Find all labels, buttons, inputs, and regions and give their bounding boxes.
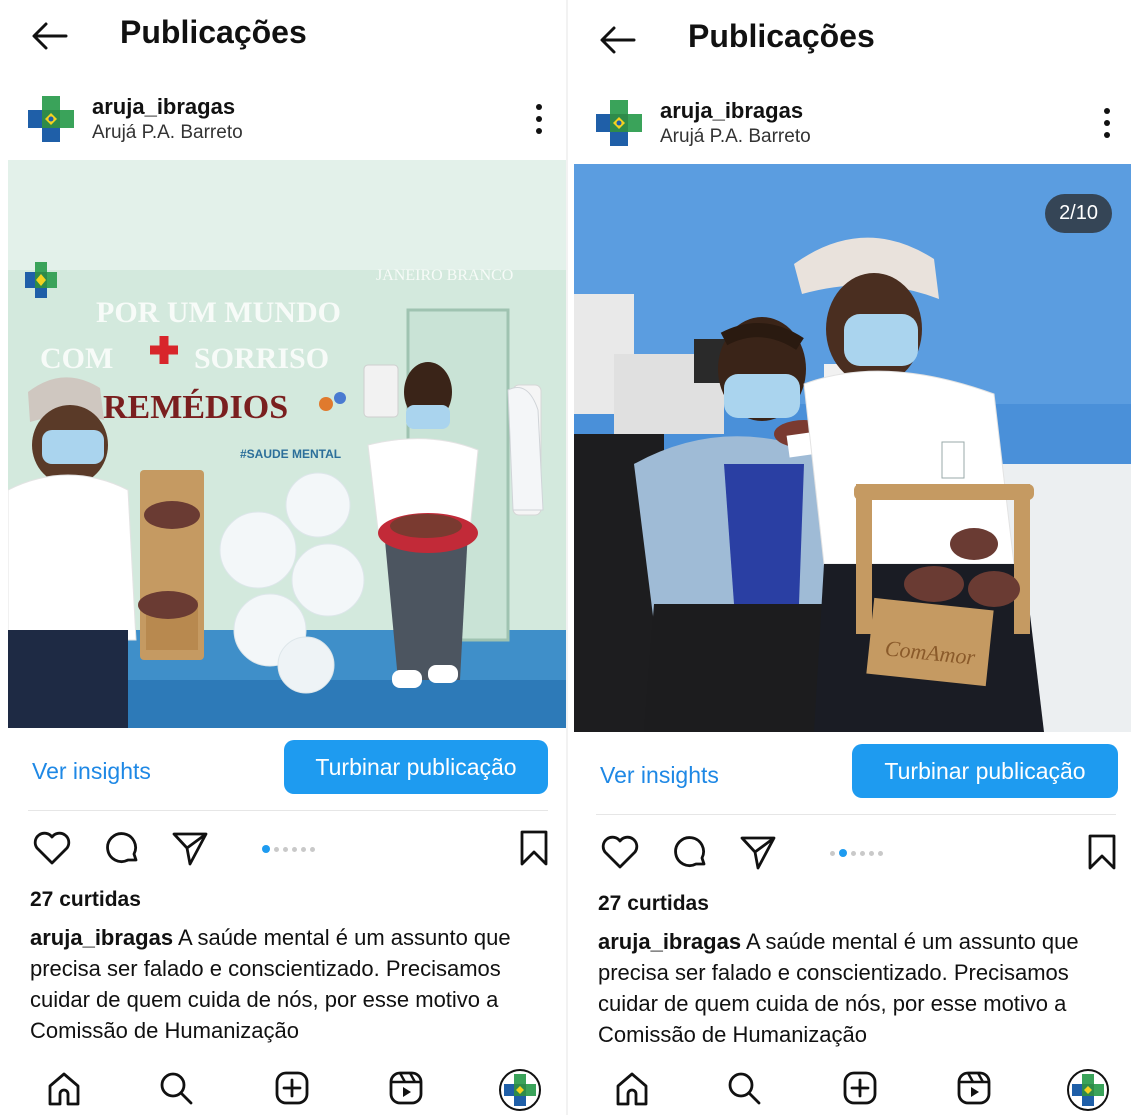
send-icon[interactable] bbox=[168, 826, 212, 870]
carousel-dot bbox=[310, 846, 315, 852]
post-actions-row: Ver insights Turbinar publicação bbox=[568, 744, 1131, 804]
divider bbox=[596, 814, 1116, 815]
caption-username[interactable]: aruja_ibragas bbox=[30, 925, 173, 950]
carousel-dot bbox=[851, 850, 856, 856]
post-photo[interactable]: ComAmor 2/10 bbox=[574, 164, 1131, 732]
post-screen-1: Publicações aruja_ibragas Arujá P.A. Bar… bbox=[0, 0, 566, 1115]
door-text: JANEIRO BRANCO bbox=[376, 267, 513, 284]
search-icon[interactable] bbox=[724, 1068, 764, 1108]
carousel-counter: 2/10 bbox=[1045, 194, 1112, 233]
profile-avatar-icon[interactable] bbox=[498, 1068, 542, 1112]
top-bar: Publicações bbox=[0, 0, 566, 70]
reels-icon[interactable] bbox=[386, 1068, 426, 1108]
arrow-left-icon[interactable] bbox=[30, 18, 70, 54]
likes-count[interactable]: 27 curtidas bbox=[598, 892, 709, 916]
carousel-dot bbox=[860, 850, 865, 856]
reels-icon[interactable] bbox=[954, 1068, 994, 1108]
wall-text-line3: REMÉDIOS bbox=[103, 389, 288, 426]
add-post-icon[interactable] bbox=[840, 1068, 880, 1108]
more-vertical-icon[interactable] bbox=[534, 102, 544, 136]
comment-icon[interactable] bbox=[668, 830, 712, 874]
add-post-icon[interactable] bbox=[272, 1068, 312, 1108]
boost-post-button[interactable]: Turbinar publicação bbox=[284, 740, 548, 794]
home-icon[interactable] bbox=[44, 1068, 84, 1108]
carousel-dot bbox=[274, 846, 279, 852]
carousel-dot bbox=[283, 846, 288, 852]
post-username[interactable]: aruja_ibragas bbox=[660, 98, 803, 124]
send-icon[interactable] bbox=[736, 830, 780, 874]
caption[interactable]: aruja_ibragas A saúde mental é um assunt… bbox=[30, 922, 558, 1054]
boost-post-button[interactable]: Turbinar publicação bbox=[852, 744, 1118, 798]
heart-icon[interactable] bbox=[598, 830, 642, 874]
carousel-dot bbox=[301, 846, 306, 852]
view-insights-link[interactable]: Ver insights bbox=[600, 762, 719, 789]
arrow-left-icon[interactable] bbox=[598, 22, 638, 58]
home-icon[interactable] bbox=[612, 1068, 652, 1108]
divider bbox=[28, 810, 548, 811]
post-location[interactable]: Arujá P.A. Barreto bbox=[92, 122, 243, 144]
carousel-dot bbox=[869, 850, 874, 856]
heart-icon[interactable] bbox=[30, 826, 74, 870]
avatar[interactable] bbox=[26, 94, 76, 144]
likes-count[interactable]: 27 curtidas bbox=[30, 888, 141, 912]
post-photo[interactable]: POR UM MUNDO COM SORRISO REMÉDIOS #SAUDE… bbox=[8, 160, 566, 728]
post-location[interactable]: Arujá P.A. Barreto bbox=[660, 126, 811, 148]
more-vertical-icon[interactable] bbox=[1102, 106, 1112, 140]
post-screen-2: Publicações aruja_ibragas Arujá P.A. Bar… bbox=[568, 0, 1131, 1115]
post-actions-row: Ver insights Turbinar publicação bbox=[0, 740, 566, 800]
comment-icon[interactable] bbox=[100, 826, 144, 870]
engagement-row bbox=[0, 826, 566, 876]
post-header: aruja_ibragas Arujá P.A. Barreto bbox=[0, 88, 566, 152]
carousel-dot bbox=[262, 845, 270, 853]
caption[interactable]: aruja_ibragas A saúde mental é um assunt… bbox=[598, 926, 1126, 1058]
wall-text-line2: COM bbox=[40, 342, 113, 375]
carousel-dot bbox=[830, 850, 835, 856]
wall-text-line2b: SORRISO bbox=[194, 342, 329, 375]
carousel-dot bbox=[878, 850, 883, 856]
wall-hashtag: #SAUDE MENTAL bbox=[240, 447, 341, 461]
avatar[interactable] bbox=[594, 98, 644, 148]
bookmark-icon[interactable] bbox=[1080, 830, 1124, 874]
engagement-row bbox=[568, 830, 1131, 880]
page-title: Publicações bbox=[688, 18, 875, 54]
carousel-indicator bbox=[830, 848, 883, 858]
profile-avatar-icon[interactable] bbox=[1066, 1068, 1110, 1112]
wall-text-line1: POR UM MUNDO bbox=[96, 296, 341, 329]
caption-username[interactable]: aruja_ibragas bbox=[598, 929, 741, 954]
caption-fade bbox=[598, 1046, 1126, 1058]
carousel-dot bbox=[839, 849, 847, 857]
bookmark-icon[interactable] bbox=[512, 826, 556, 870]
view-insights-link[interactable]: Ver insights bbox=[32, 758, 151, 785]
carousel-dot bbox=[292, 846, 297, 852]
post-header: aruja_ibragas Arujá P.A. Barreto bbox=[568, 92, 1131, 156]
caption-fade bbox=[30, 1042, 558, 1054]
post-username[interactable]: aruja_ibragas bbox=[92, 94, 235, 120]
bottom-nav bbox=[0, 1060, 566, 1115]
top-bar: Publicações bbox=[568, 0, 1131, 70]
post-photo-illustration: ComAmor bbox=[574, 164, 1131, 732]
page-title: Publicações bbox=[120, 14, 307, 50]
bottom-nav bbox=[568, 1060, 1131, 1115]
carousel-indicator bbox=[262, 844, 315, 854]
search-icon[interactable] bbox=[156, 1068, 196, 1108]
post-photo-illustration: POR UM MUNDO COM SORRISO REMÉDIOS #SAUDE… bbox=[8, 160, 566, 728]
